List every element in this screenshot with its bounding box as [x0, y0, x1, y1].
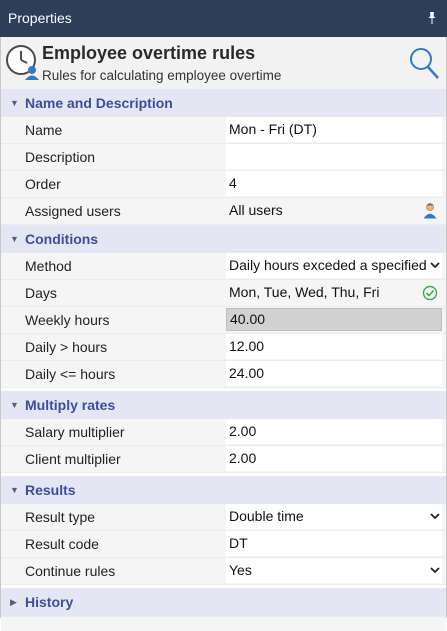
- row-daily-gt-hours: Daily > hours 12.00: [1, 334, 446, 361]
- method-value: Daily hours exceded a specified: [229, 257, 427, 273]
- page-title: Employee overtime rules: [42, 43, 256, 63]
- chevron-down-icon[interactable]: [430, 566, 440, 574]
- panel-titlebar: Properties: [0, 0, 447, 37]
- section-history[interactable]: ▶ History: [1, 588, 446, 616]
- row-weekly-hours: Weekly hours 40.00: [1, 307, 446, 334]
- weekly-hours-field[interactable]: 40.00: [226, 308, 442, 331]
- row-daily-le-hours: Daily <= hours 24.00: [1, 361, 446, 388]
- expand-arrow-icon[interactable]: ▼: [10, 391, 19, 419]
- chevron-down-icon[interactable]: [430, 261, 440, 269]
- clock-user-icon: [6, 45, 39, 80]
- continue-rules-select[interactable]: Yes: [226, 558, 442, 583]
- check-circle-icon[interactable]: [422, 285, 438, 301]
- chevron-down-icon[interactable]: [430, 512, 440, 520]
- row-result-code: Result code DT: [1, 531, 446, 558]
- order-field[interactable]: 4: [226, 171, 442, 196]
- search-icon[interactable]: [408, 46, 440, 80]
- name-label: Name: [25, 122, 63, 138]
- row-name: Name Mon - Fri (DT): [1, 117, 446, 144]
- method-select[interactable]: Daily hours exceded a specified: [226, 253, 442, 278]
- header: Employee overtime rules Rules for calcul…: [0, 37, 447, 89]
- section-name-description[interactable]: ▼ Name and Description: [1, 89, 446, 117]
- days-label: Days: [25, 285, 57, 301]
- row-salary-multiplier: Salary multiplier 2.00: [1, 419, 446, 446]
- result-code-field[interactable]: DT: [226, 531, 442, 556]
- section-label: Conditions: [25, 231, 99, 247]
- row-result-type: Result type Double time: [1, 504, 446, 531]
- row-order: Order 4: [1, 171, 446, 198]
- property-grid: ▼ Name and Description Name Mon - Fri (D…: [0, 89, 447, 631]
- daily-le-hours-label: Daily <= hours: [25, 366, 116, 382]
- row-method: Method Daily hours exceded a specified: [1, 253, 446, 280]
- expand-arrow-icon[interactable]: ▼: [10, 225, 19, 253]
- daily-gt-hours-field[interactable]: 12.00: [226, 334, 442, 359]
- client-multiplier-label: Client multiplier: [25, 451, 121, 467]
- expand-arrow-icon[interactable]: ▼: [10, 476, 19, 504]
- salary-multiplier-field[interactable]: 2.00: [226, 419, 442, 444]
- method-label: Method: [25, 258, 72, 274]
- section-label: History: [25, 594, 74, 610]
- row-description: Description: [1, 144, 446, 171]
- description-field[interactable]: [226, 144, 442, 169]
- assigned-users-field[interactable]: All users: [226, 198, 442, 223]
- section-multiply-rates[interactable]: ▼ Multiply rates: [1, 391, 446, 419]
- section-results[interactable]: ▼ Results: [1, 476, 446, 504]
- panel-title: Properties: [8, 10, 72, 26]
- section-label: Name and Description: [25, 95, 173, 111]
- salary-multiplier-label: Salary multiplier: [25, 424, 125, 440]
- page-subtitle: Rules for calculating employee overtime: [42, 68, 282, 83]
- daily-le-hours-field[interactable]: 24.00: [226, 361, 442, 386]
- client-multiplier-field[interactable]: 2.00: [226, 446, 442, 471]
- weekly-hours-label: Weekly hours: [25, 312, 110, 328]
- continue-rules-label: Continue rules: [25, 563, 116, 579]
- result-code-label: Result code: [25, 536, 99, 552]
- name-field[interactable]: Mon - Fri (DT): [226, 117, 442, 142]
- assigned-users-label: Assigned users: [25, 203, 121, 219]
- row-days: Days Mon, Tue, Wed, Thu, Fri: [1, 280, 446, 307]
- section-conditions[interactable]: ▼ Conditions: [1, 225, 446, 253]
- assigned-users-value: All users: [229, 202, 283, 218]
- result-type-select[interactable]: Double time: [226, 504, 442, 529]
- row-client-multiplier: Client multiplier 2.00: [1, 446, 446, 473]
- continue-rules-value: Yes: [229, 562, 252, 578]
- daily-gt-hours-label: Daily > hours: [25, 339, 108, 355]
- row-continue-rules: Continue rules Yes: [1, 558, 446, 585]
- grid-empty-area: [1, 616, 446, 631]
- pin-icon[interactable]: [425, 11, 439, 25]
- expand-arrow-icon[interactable]: ▼: [10, 89, 19, 117]
- days-value: Mon, Tue, Wed, Thu, Fri: [229, 284, 380, 300]
- collapse-arrow-icon[interactable]: ▶: [10, 588, 17, 616]
- row-assigned-users: Assigned users All users: [1, 198, 446, 225]
- section-label: Multiply rates: [25, 397, 116, 413]
- result-type-label: Result type: [25, 509, 96, 525]
- user-icon[interactable]: [422, 202, 438, 219]
- description-label: Description: [25, 149, 96, 165]
- result-type-value: Double time: [229, 508, 304, 524]
- section-label: Results: [25, 482, 76, 498]
- days-field[interactable]: Mon, Tue, Wed, Thu, Fri: [226, 280, 442, 305]
- order-label: Order: [25, 176, 61, 192]
